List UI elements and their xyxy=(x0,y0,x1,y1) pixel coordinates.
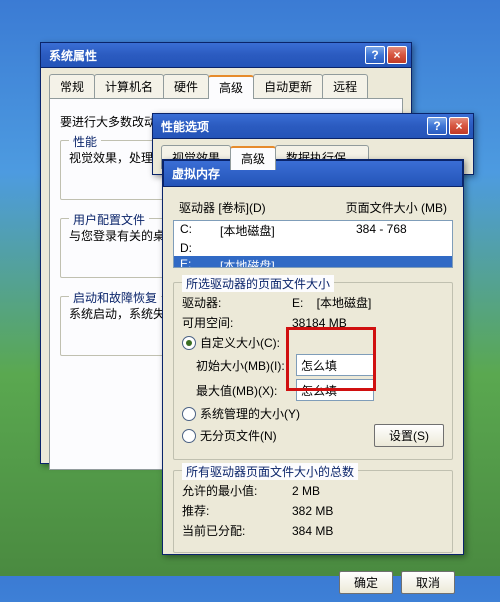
sysprops-titlebar: 系统属性 ? × xyxy=(41,43,411,68)
perfopts-titlebar: 性能选项 ? × xyxy=(153,114,473,139)
dialog-buttons: 确定 取消 xyxy=(163,563,463,602)
vm-titlebar: 虚拟内存 xyxy=(163,160,463,187)
kv-free-label: 可用空间: xyxy=(182,314,292,331)
group-selected-title: 所选驱动器的页面文件大小 xyxy=(182,275,334,292)
close-icon[interactable]: × xyxy=(387,46,407,64)
radio-system-managed[interactable] xyxy=(182,407,196,421)
group-selected-drive: 所选驱动器的页面文件大小 驱动器: E: [本地磁盘] 可用空间: 38184 … xyxy=(173,282,453,460)
min-allowed-value: 2 MB xyxy=(292,484,320,498)
current-value: 384 MB xyxy=(292,524,333,538)
tab-perf-advanced[interactable]: 高级 xyxy=(230,146,276,170)
drive-header-col2: 页面文件大小 (MB) xyxy=(346,199,447,216)
max-size-input[interactable] xyxy=(296,379,374,401)
group-startup-title: 启动和故障恢复 xyxy=(69,289,161,306)
recommended-value: 382 MB xyxy=(292,504,333,518)
group-user-profiles-title: 用户配置文件 xyxy=(69,211,149,228)
drive-list[interactable]: C: [本地磁盘] 384 - 768 D: E: [本地磁盘] xyxy=(173,220,453,268)
ok-button[interactable]: 确定 xyxy=(339,571,393,594)
tab-hardware[interactable]: 硬件 xyxy=(163,74,209,98)
close-icon[interactable]: × xyxy=(449,117,469,135)
help-icon[interactable]: ? xyxy=(427,117,447,135)
kv-drive-label: 驱动器: xyxy=(182,294,292,311)
group-performance-title: 性能 xyxy=(69,133,101,150)
tab-advanced[interactable]: 高级 xyxy=(208,75,254,99)
drive-row[interactable]: C: [本地磁盘] 384 - 768 xyxy=(174,221,452,240)
group-total-title: 所有驱动器页面文件大小的总数 xyxy=(182,463,358,480)
help-icon[interactable]: ? xyxy=(365,46,385,64)
drive-list-header: 驱动器 [卷标](D) 页面文件大小 (MB) xyxy=(173,195,453,220)
sysprops-title: 系统属性 xyxy=(49,47,363,64)
radio-custom-size[interactable] xyxy=(182,336,196,350)
min-allowed-label: 允许的最小值: xyxy=(182,482,292,499)
radio-none-label: 无分页文件(N) xyxy=(200,427,277,444)
kv-drive-value: E: [本地磁盘] xyxy=(292,294,371,311)
radio-no-paging[interactable] xyxy=(182,429,196,443)
max-size-label: 最大值(MB)(X): xyxy=(196,382,296,399)
drive-header-col1: 驱动器 [卷标](D) xyxy=(179,199,346,216)
radio-system-label: 系统管理的大小(Y) xyxy=(200,405,300,422)
tab-general[interactable]: 常规 xyxy=(49,74,95,98)
kv-free-value: 38184 MB xyxy=(292,316,347,330)
cancel-button[interactable]: 取消 xyxy=(401,571,455,594)
tab-auto-update[interactable]: 自动更新 xyxy=(253,74,323,98)
tab-remote[interactable]: 远程 xyxy=(322,74,368,98)
group-total: 所有驱动器页面文件大小的总数 允许的最小值: 2 MB 推荐: 382 MB 当… xyxy=(173,470,453,553)
radio-custom-label: 自定义大小(C): xyxy=(200,334,280,351)
tab-computer-name[interactable]: 计算机名 xyxy=(94,74,164,98)
drive-row[interactable]: D: xyxy=(174,240,452,256)
recommended-label: 推荐: xyxy=(182,502,292,519)
perfopts-title: 性能选项 xyxy=(161,118,425,135)
initial-size-input[interactable] xyxy=(296,354,374,376)
drive-row-selected[interactable]: E: [本地磁盘] xyxy=(174,256,452,268)
set-button[interactable]: 设置(S) xyxy=(374,424,444,447)
initial-size-label: 初始大小(MB)(I): xyxy=(196,357,296,374)
current-label: 当前已分配: xyxy=(182,522,292,539)
virtual-memory-dialog: 虚拟内存 驱动器 [卷标](D) 页面文件大小 (MB) C: [本地磁盘] 3… xyxy=(162,159,464,555)
vm-title: 虚拟内存 xyxy=(172,167,220,181)
sysprops-tabstrip: 常规 计算机名 硬件 高级 自动更新 远程 xyxy=(41,68,411,98)
